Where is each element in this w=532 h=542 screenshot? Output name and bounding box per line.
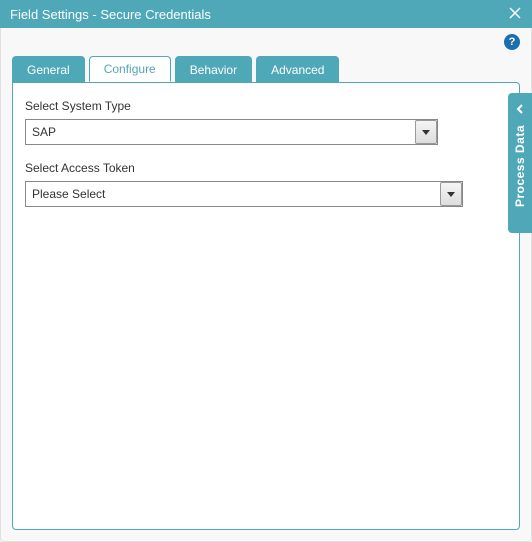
system-type-value[interactable]: SAP: [25, 119, 438, 145]
system-type-label: Select System Type: [25, 99, 507, 113]
titlebar: Field Settings - Secure Credentials: [0, 0, 532, 28]
content-area: General Configure Behavior Advanced Sele…: [0, 56, 532, 542]
access-token-select[interactable]: Please Select: [25, 181, 463, 207]
access-token-dropdown-button[interactable]: [440, 182, 462, 206]
process-data-label: Process Data: [513, 125, 527, 207]
dialog-title: Field Settings - Secure Credentials: [10, 7, 211, 22]
system-type-dropdown-button[interactable]: [415, 120, 437, 144]
tab-configure[interactable]: Configure: [89, 56, 171, 82]
access-token-value[interactable]: Please Select: [25, 181, 463, 207]
help-row: ?: [0, 28, 532, 56]
chevron-down-icon: [422, 130, 430, 135]
tab-panel-configure: Select System Type SAP Select Access Tok…: [12, 82, 520, 530]
close-icon[interactable]: [508, 5, 522, 23]
process-data-drawer[interactable]: Process Data: [508, 93, 532, 233]
tab-general[interactable]: General: [12, 56, 85, 82]
help-icon[interactable]: ?: [504, 34, 520, 50]
chevron-left-icon: [515, 101, 525, 119]
chevron-down-icon: [447, 192, 455, 197]
tab-advanced[interactable]: Advanced: [256, 56, 339, 82]
access-token-label: Select Access Token: [25, 161, 507, 175]
tab-strip: General Configure Behavior Advanced: [12, 56, 520, 82]
system-type-select[interactable]: SAP: [25, 119, 438, 145]
field-settings-dialog: Field Settings - Secure Credentials ? Ge…: [0, 0, 532, 542]
tab-behavior[interactable]: Behavior: [175, 56, 252, 82]
